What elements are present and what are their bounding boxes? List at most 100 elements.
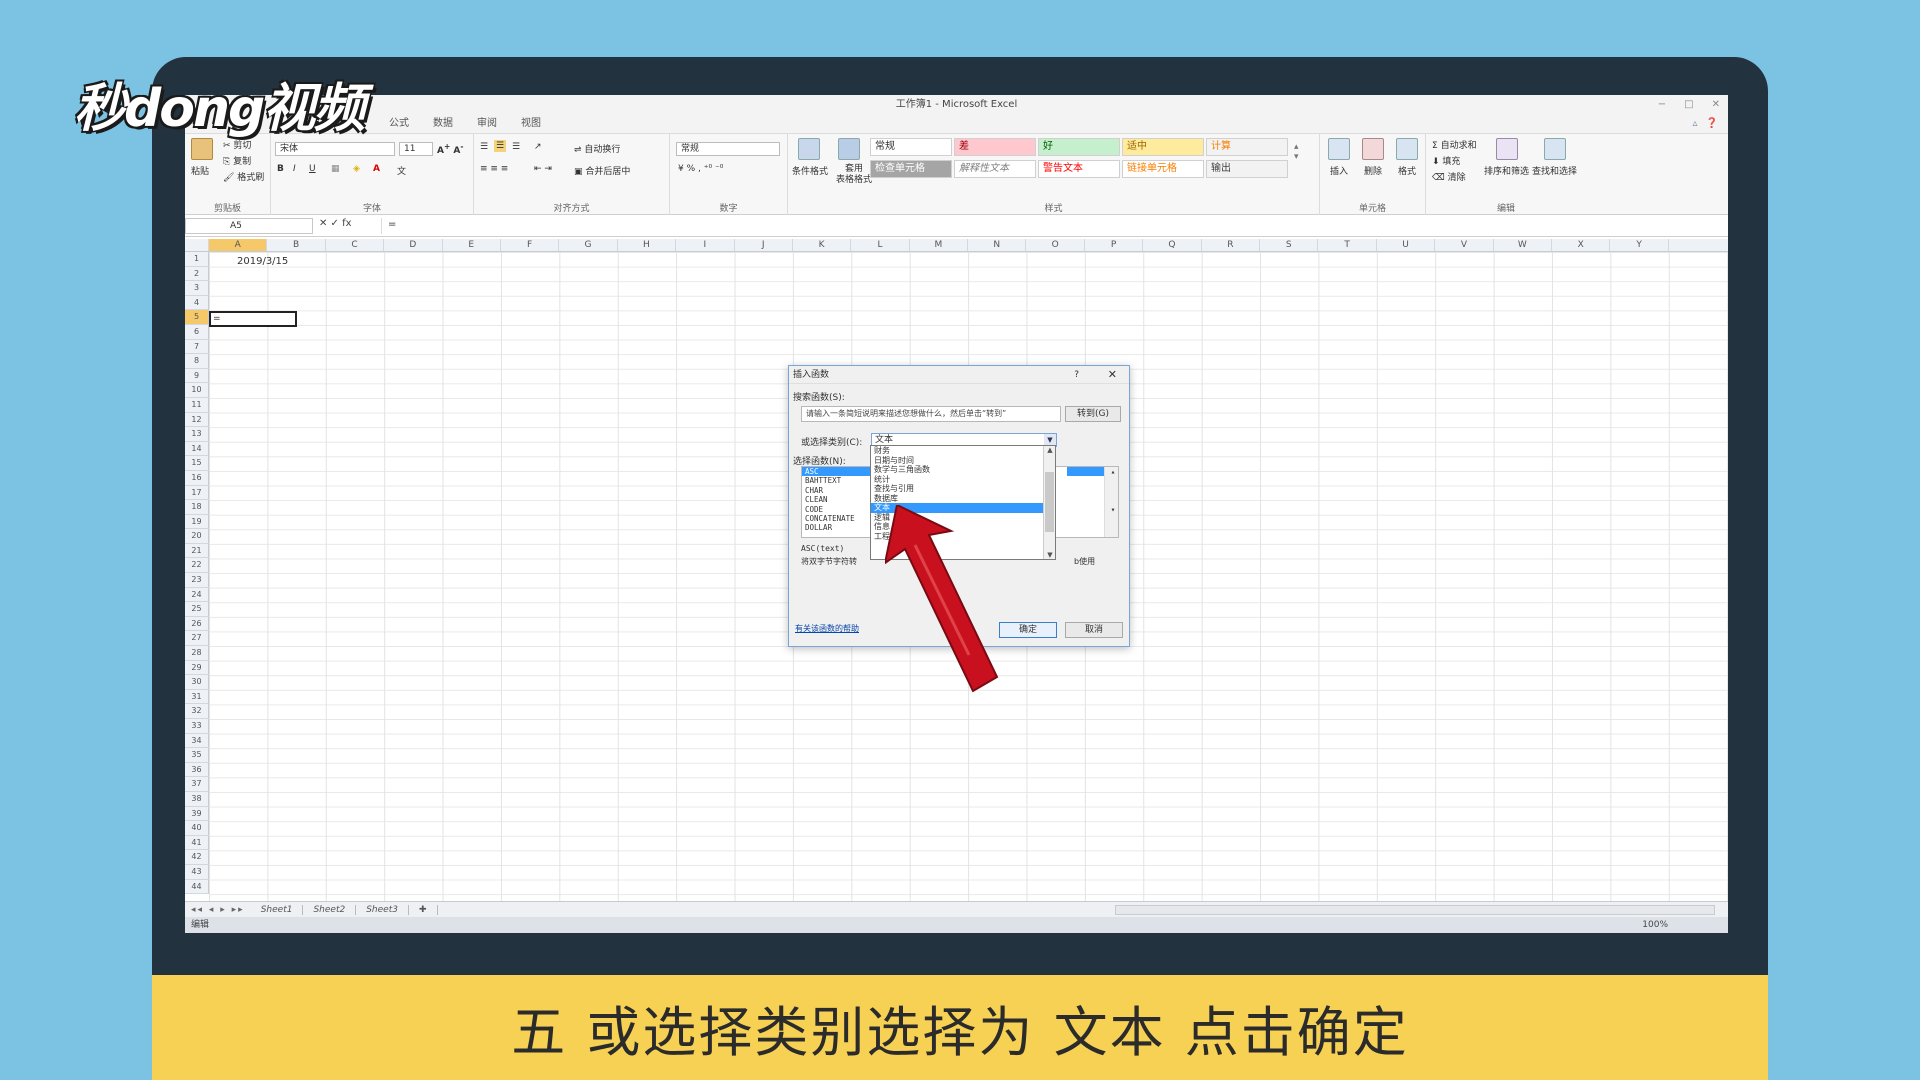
style-check-cell[interactable]: 检查单元格	[870, 160, 952, 178]
style-good[interactable]: 好	[1038, 138, 1120, 156]
style-warning[interactable]: 警告文本	[1038, 160, 1120, 178]
ribbon-minimize-icon[interactable]: ▵	[1693, 115, 1698, 133]
number-format-select[interactable]: 常规	[676, 142, 780, 156]
font-color-icon[interactable]: A	[373, 164, 380, 174]
column-header[interactable]: P	[1085, 239, 1144, 251]
function-search-input[interactable]: 请输入一条简短说明来描述您想做什么，然后单击“转到”	[801, 406, 1061, 422]
column-header[interactable]: X	[1552, 239, 1611, 251]
sheet-tab-2[interactable]: Sheet2	[303, 904, 357, 915]
style-explanatory[interactable]: 解释性文本	[954, 160, 1036, 178]
row-header[interactable]: 3	[185, 281, 209, 296]
copy-button[interactable]: ⎘ 复制	[223, 154, 251, 167]
row-header[interactable]: 11	[185, 397, 209, 413]
cell-a1[interactable]: 2019/3/15	[237, 256, 288, 267]
format-cells-icon[interactable]	[1396, 138, 1418, 160]
italic-button[interactable]: I	[293, 164, 296, 174]
indent-icon[interactable]: ⇤ ⇥	[534, 164, 552, 174]
row-header[interactable]: 21	[185, 543, 209, 559]
middle-align-icon[interactable]: ☰	[494, 140, 507, 152]
row-header[interactable]: 10	[185, 383, 209, 398]
column-header[interactable]: N	[968, 239, 1027, 251]
category-option[interactable]: 数据库	[871, 494, 1055, 504]
row-header[interactable]: 42	[185, 850, 209, 865]
row-header[interactable]: 38	[185, 791, 209, 807]
row-header[interactable]: 17	[185, 485, 209, 501]
fill-color-icon[interactable]: ◈	[353, 164, 360, 174]
tab-data[interactable]: 数据	[433, 115, 453, 133]
format-painter-button[interactable]: 🖌 格式刷	[223, 170, 264, 183]
scroll-down-icon[interactable]: ▼	[1044, 551, 1056, 559]
row-header[interactable]: 18	[185, 500, 209, 515]
goto-button[interactable]: 转到(G)	[1065, 406, 1121, 422]
sort-filter-button[interactable]: 排序和筛选	[1484, 164, 1529, 177]
tab-view[interactable]: 视图	[521, 115, 541, 133]
column-header[interactable]: J	[735, 239, 793, 251]
row-header[interactable]: 43	[185, 864, 209, 880]
active-cell-a5[interactable]: =	[209, 311, 297, 327]
maximize-button[interactable]: □	[1684, 95, 1693, 115]
paste-button[interactable]: 粘贴	[191, 164, 209, 177]
clear-button[interactable]: ⌫ 清除	[1432, 170, 1466, 183]
top-align-icon[interactable]: ☰	[480, 142, 488, 152]
dropdown-scrollbar[interactable]: ▲ ▼	[1043, 446, 1055, 559]
row-header[interactable]: 31	[185, 689, 209, 705]
column-header[interactable]: F	[501, 239, 560, 251]
column-header[interactable]: L	[851, 239, 910, 251]
row-header[interactable]: 2	[185, 266, 209, 282]
sheet-nav-arrows[interactable]: ◂◂ ◂ ▸ ▸▸	[185, 905, 251, 915]
style-neutral[interactable]: 适中	[1122, 138, 1204, 156]
row-header[interactable]: 5	[185, 310, 209, 325]
column-header[interactable]: W	[1494, 239, 1552, 251]
category-option[interactable]: 查找与引用	[871, 484, 1055, 494]
row-header[interactable]: 16	[185, 470, 209, 486]
row-header[interactable]: 34	[185, 733, 209, 749]
minimize-button[interactable]: −	[1658, 95, 1666, 115]
category-option[interactable]: 数学与三角函数	[871, 465, 1055, 475]
delete-cells-button[interactable]: 删除	[1364, 164, 1382, 177]
grow-font-button[interactable]: A+ A-	[437, 142, 464, 156]
align-left-icon[interactable]: ≡ ≡ ≡	[480, 164, 508, 174]
dialog-close-icon[interactable]: ✕	[1108, 366, 1117, 384]
sort-filter-icon[interactable]	[1496, 138, 1518, 160]
style-normal[interactable]: 常规	[870, 138, 952, 156]
styles-scroll-icon[interactable]: ▴ ▾	[1294, 142, 1299, 162]
row-header[interactable]: 8	[185, 354, 209, 369]
style-linked-cell[interactable]: 链接单元格	[1122, 160, 1204, 178]
underline-button[interactable]: U	[309, 164, 316, 174]
column-header[interactable]: K	[793, 239, 852, 251]
conditional-format-icon[interactable]	[798, 138, 820, 160]
table-format-icon[interactable]	[838, 138, 860, 160]
column-header[interactable]: Q	[1143, 239, 1202, 251]
font-name-select[interactable]: 宋体	[275, 142, 395, 156]
column-header[interactable]: R	[1202, 239, 1261, 251]
row-header[interactable]: 35	[185, 748, 209, 763]
column-header[interactable]: T	[1318, 239, 1377, 251]
row-header[interactable]: 30	[185, 675, 209, 690]
column-header[interactable]: C	[326, 239, 385, 251]
conditional-format-button[interactable]: 条件格式	[792, 164, 828, 177]
row-header[interactable]: 36	[185, 762, 209, 778]
row-header[interactable]: 13	[185, 427, 209, 442]
column-header[interactable]: V	[1435, 239, 1494, 251]
column-header[interactable]: Y	[1610, 239, 1669, 251]
column-header[interactable]: D	[384, 239, 443, 251]
column-header[interactable]: G	[559, 239, 618, 251]
row-header[interactable]: 26	[185, 616, 209, 632]
scroll-up-icon[interactable]: ▲	[1044, 446, 1056, 454]
dialog-help-icon[interactable]: ?	[1074, 366, 1079, 384]
category-option[interactable]: 统计	[871, 475, 1055, 485]
row-header[interactable]: 6	[185, 324, 209, 340]
row-header[interactable]: 1	[185, 252, 209, 267]
column-header[interactable]: A	[209, 239, 268, 251]
fill-button[interactable]: ⬇ 填充	[1432, 154, 1460, 167]
font-size-select[interactable]: 11	[399, 142, 433, 156]
row-header[interactable]: 29	[185, 660, 209, 676]
category-option[interactable]: 财务	[871, 446, 1055, 456]
horizontal-scrollbar[interactable]	[1115, 905, 1715, 915]
row-header[interactable]: 27	[185, 631, 209, 647]
delete-cells-icon[interactable]	[1362, 138, 1384, 160]
style-bad[interactable]: 差	[954, 138, 1036, 156]
name-box[interactable]: A5	[185, 218, 313, 234]
function-help-link[interactable]: 有关该函数的帮助	[795, 623, 859, 634]
orientation-icon[interactable]: ↗	[534, 142, 542, 152]
